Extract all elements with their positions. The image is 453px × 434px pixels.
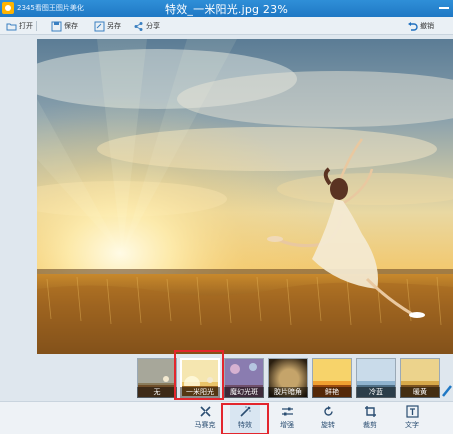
mosaic-icon <box>199 406 211 417</box>
effect-thumb-sunshine[interactable]: 一米阳光 <box>180 358 220 398</box>
crop-button[interactable]: 裁剪 <box>355 404 385 433</box>
effect-thumb-vivid[interactable]: 鲜艳 <box>312 358 352 398</box>
effect-label: 无 <box>137 387 177 398</box>
undo-icon <box>408 21 418 31</box>
magic-wand-icon <box>239 406 251 417</box>
share-label: 分享 <box>146 22 160 30</box>
effects-label: 特效 <box>238 421 252 429</box>
rotate-label: 旋转 <box>321 421 335 429</box>
bottom-toolbar: 马赛克 特效 增强 旋转 裁剪 文字 <box>0 401 453 434</box>
effect-label: 胶片暗角 <box>268 387 308 398</box>
crop-icon <box>364 406 376 417</box>
share-icon <box>134 21 143 31</box>
crop-label: 裁剪 <box>363 421 377 429</box>
mosaic-button[interactable]: 马赛克 <box>190 404 220 433</box>
share-button[interactable]: 分享 <box>133 19 160 33</box>
enhance-icon <box>281 407 293 416</box>
document-title: 特效_一米阳光.jpg 23% <box>165 3 288 16</box>
open-button[interactable]: 打开 <box>6 19 33 33</box>
effect-label: 魔幻光斑 <box>224 387 264 398</box>
effect-thumb-magic-bokeh[interactable]: 魔幻光斑 <box>224 358 264 398</box>
save-as-icon <box>94 21 105 31</box>
title-bar: 2345看图王图片美化 特效_一米阳光.jpg 23% <box>0 0 453 17</box>
save-label: 保存 <box>64 22 78 30</box>
effect-thumb-warm-yellow[interactable]: 暖黄 <box>400 358 440 398</box>
mosaic-label: 马赛克 <box>194 421 216 429</box>
undo-button[interactable]: 撤销 <box>407 19 434 33</box>
effect-label: 一米阳光 <box>180 387 220 398</box>
enhance-button[interactable]: 增强 <box>272 404 302 433</box>
toolbar-divider <box>36 21 37 31</box>
filmstrip-next-arrow-icon[interactable] <box>440 376 453 398</box>
save-as-button[interactable]: 另存 <box>94 19 121 33</box>
effect-label: 暖黄 <box>400 387 440 398</box>
effect-label: 冷蓝 <box>356 387 396 398</box>
save-as-label: 另存 <box>107 22 121 30</box>
effects-filmstrip: 无 一米阳光 魔幻光斑 胶片暗角 鲜艳 冷蓝 暖黄 <box>0 350 453 401</box>
text-label: 文字 <box>405 421 419 429</box>
save-icon <box>51 21 62 31</box>
undo-label: 撤销 <box>420 22 434 30</box>
open-icon <box>6 23 17 30</box>
effect-thumb-cold-blue[interactable]: 冷蓝 <box>356 358 396 398</box>
effect-label: 鲜艳 <box>312 387 352 398</box>
effect-thumb-film-vignette[interactable]: 胶片暗角 <box>268 358 308 398</box>
save-button[interactable]: 保存 <box>51 19 78 33</box>
photo-image <box>37 39 453 354</box>
enhance-label: 增强 <box>280 421 294 429</box>
text-button[interactable]: 文字 <box>397 404 427 433</box>
open-label: 打开 <box>19 22 33 30</box>
minimize-icon[interactable] <box>439 7 449 9</box>
rotate-icon <box>323 406 333 416</box>
rotate-button[interactable]: 旋转 <box>313 404 343 433</box>
toolbar: 打开 保存 另存 分享 撤销 <box>0 17 453 35</box>
text-icon <box>405 405 419 418</box>
effects-button[interactable]: 特效 <box>230 404 260 433</box>
photo-preview[interactable] <box>37 39 453 354</box>
effect-thumb-none[interactable]: 无 <box>137 358 177 398</box>
canvas-area[interactable] <box>0 35 453 354</box>
